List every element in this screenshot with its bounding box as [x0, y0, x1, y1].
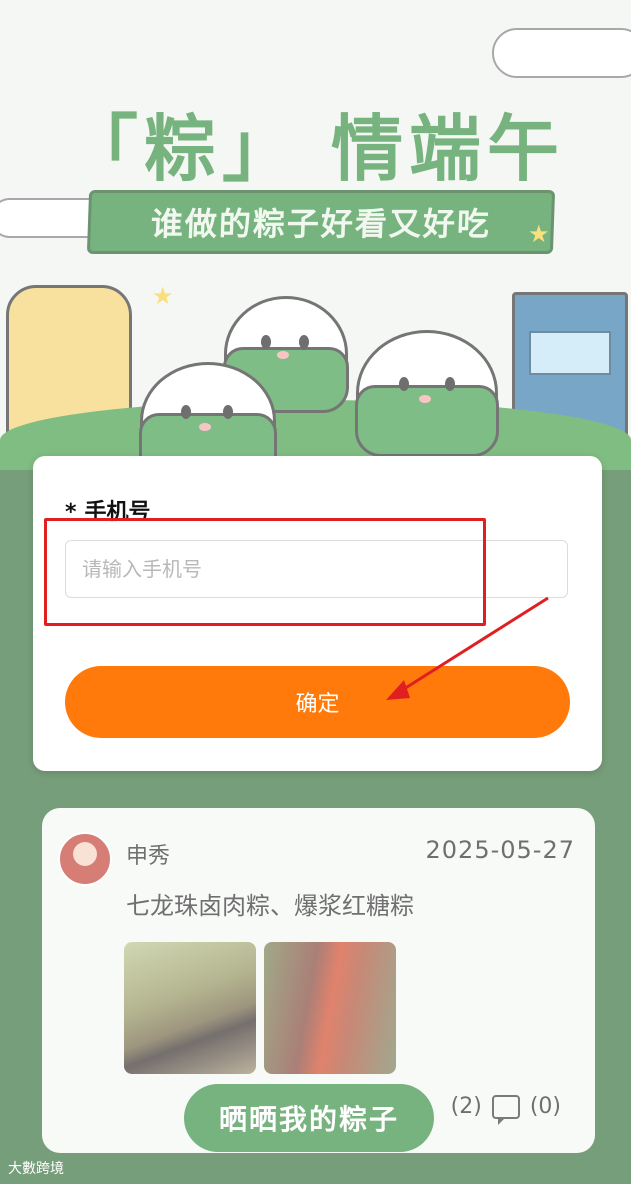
annotation-arrow-head	[386, 680, 410, 700]
annotation-arrow	[386, 596, 549, 700]
annotation-arrow-line	[395, 596, 549, 696]
